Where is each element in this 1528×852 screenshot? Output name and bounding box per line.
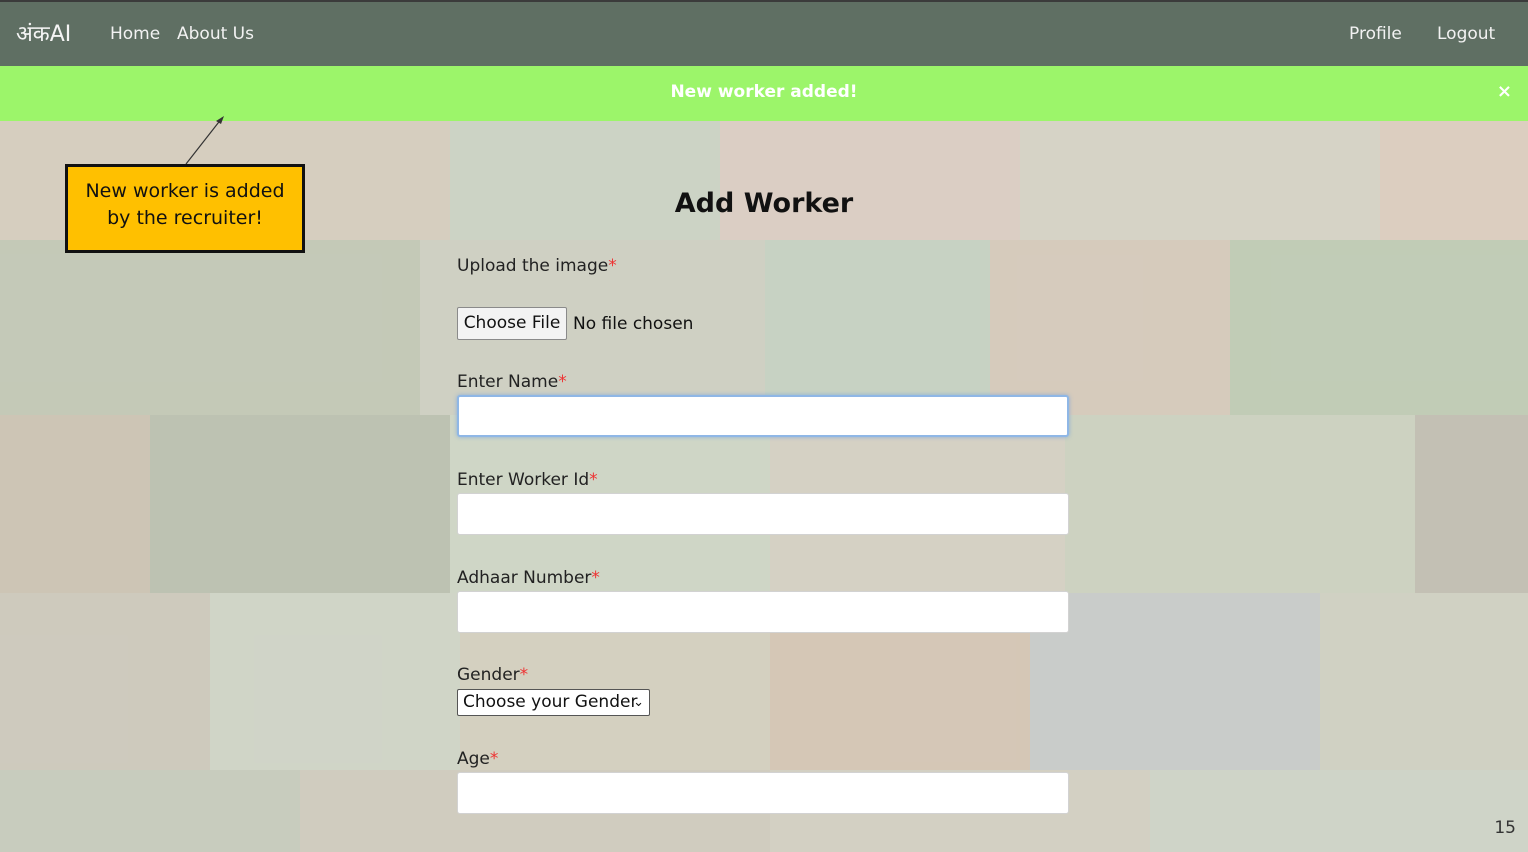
page-title: Add Worker [674,188,854,219]
chevron-down-icon: ⌄ [633,695,644,710]
worker-id-label: Enter Worker Id* [457,470,598,490]
required-marker: * [589,470,598,490]
required-marker: * [519,665,529,685]
worker-id-input[interactable] [457,493,1069,535]
gender-select[interactable]: Choose your Gender ⌄ [457,689,650,716]
close-icon[interactable]: × [1497,81,1512,102]
gender-select-value: Choose your Gender [463,692,638,712]
nav-profile-link[interactable]: Profile [1349,24,1402,44]
file-status-text: No file chosen [573,314,694,334]
nav-logout-link[interactable]: Logout [1437,24,1495,44]
adhaar-input[interactable] [457,591,1069,633]
age-label: Age* [457,749,499,769]
upload-image-label: Upload the image* [457,256,617,276]
required-marker: * [591,568,600,588]
name-input[interactable] [457,395,1069,437]
name-label: Enter Name* [457,372,567,392]
age-input[interactable] [457,772,1069,814]
required-marker: * [558,372,567,392]
slide-number: 15 [1494,818,1516,838]
required-marker: * [608,256,617,276]
required-marker: * [489,749,499,769]
callout-pointer-arrow [185,116,224,165]
gender-label: Gender* [457,665,529,685]
choose-file-button[interactable]: Choose File [457,307,567,340]
adhaar-label: Adhaar Number* [457,568,600,588]
